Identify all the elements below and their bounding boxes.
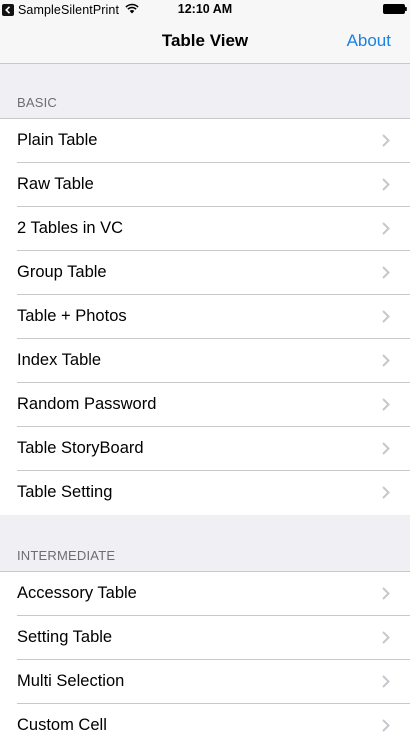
table-row-random-password[interactable]: Random Password: [0, 383, 410, 427]
row-label: Multi Selection: [17, 672, 125, 690]
chevron-right-icon: [382, 354, 390, 367]
table-row-index-table[interactable]: Index Table: [0, 339, 410, 383]
status-time: 12:10 AM: [177, 2, 233, 16]
row-label: Random Password: [17, 395, 157, 413]
table-row-accessory-table[interactable]: Accessory Table: [0, 572, 410, 616]
chevron-right-icon: [382, 310, 390, 323]
row-label: Custom Cell: [17, 716, 107, 734]
section-header-intermediate: INTERMEDIATE: [0, 515, 410, 571]
section-header-basic: BASIC: [0, 64, 410, 118]
table-row-multi-selection[interactable]: Multi Selection: [0, 660, 410, 704]
row-label: Index Table: [17, 351, 102, 369]
battery-icon: [383, 4, 407, 14]
chevron-right-icon: [382, 178, 390, 191]
section-intermediate: Accessory Table Setting Table Multi Sele…: [0, 571, 410, 734]
table-row-group-table[interactable]: Group Table: [0, 251, 410, 295]
chevron-right-icon: [382, 266, 390, 279]
status-bar: SampleSilentPrint 12:10 AM: [0, 0, 410, 20]
chevron-right-icon: [382, 631, 390, 644]
table-row-custom-cell[interactable]: Custom Cell: [0, 704, 410, 734]
table-view[interactable]: BASIC Plain Table Raw Table 2 Tables in …: [0, 64, 410, 734]
row-label: Plain Table: [17, 131, 98, 149]
table-row-table-storyboard[interactable]: Table StoryBoard: [0, 427, 410, 471]
row-label: Accessory Table: [17, 584, 137, 602]
row-label: 2 Tables in VC: [17, 219, 124, 237]
chevron-right-icon: [382, 587, 390, 600]
chevron-right-icon: [382, 222, 390, 235]
screen: SampleSilentPrint 12:10 AM Table View Ab…: [0, 0, 410, 734]
row-label: Raw Table: [17, 175, 94, 193]
row-label: Table + Photos: [17, 307, 127, 325]
row-label: Group Table: [17, 263, 107, 281]
navigation-bar: Table View About: [0, 20, 410, 64]
table-row-plain-table[interactable]: Plain Table: [0, 119, 410, 163]
chevron-right-icon: [382, 719, 390, 732]
table-row-2-tables-in-vc[interactable]: 2 Tables in VC: [0, 207, 410, 251]
section-basic: Plain Table Raw Table 2 Tables in VC Gro…: [0, 118, 410, 515]
table-row-setting-table[interactable]: Setting Table: [0, 616, 410, 660]
row-label: Table StoryBoard: [17, 439, 144, 457]
chevron-right-icon: [382, 398, 390, 411]
section-header-label: BASIC: [17, 95, 58, 110]
chevron-right-icon: [382, 486, 390, 499]
row-label: Table Setting: [17, 483, 113, 501]
chevron-right-icon: [382, 442, 390, 455]
chevron-right-icon: [382, 134, 390, 147]
row-label: Setting Table: [17, 628, 113, 646]
table-row-table-photos[interactable]: Table + Photos: [0, 295, 410, 339]
chevron-right-icon: [382, 675, 390, 688]
table-row-raw-table[interactable]: Raw Table: [0, 163, 410, 207]
table-row-table-setting[interactable]: Table Setting: [0, 471, 410, 515]
about-button[interactable]: About: [347, 31, 391, 51]
section-header-label: INTERMEDIATE: [17, 548, 116, 563]
